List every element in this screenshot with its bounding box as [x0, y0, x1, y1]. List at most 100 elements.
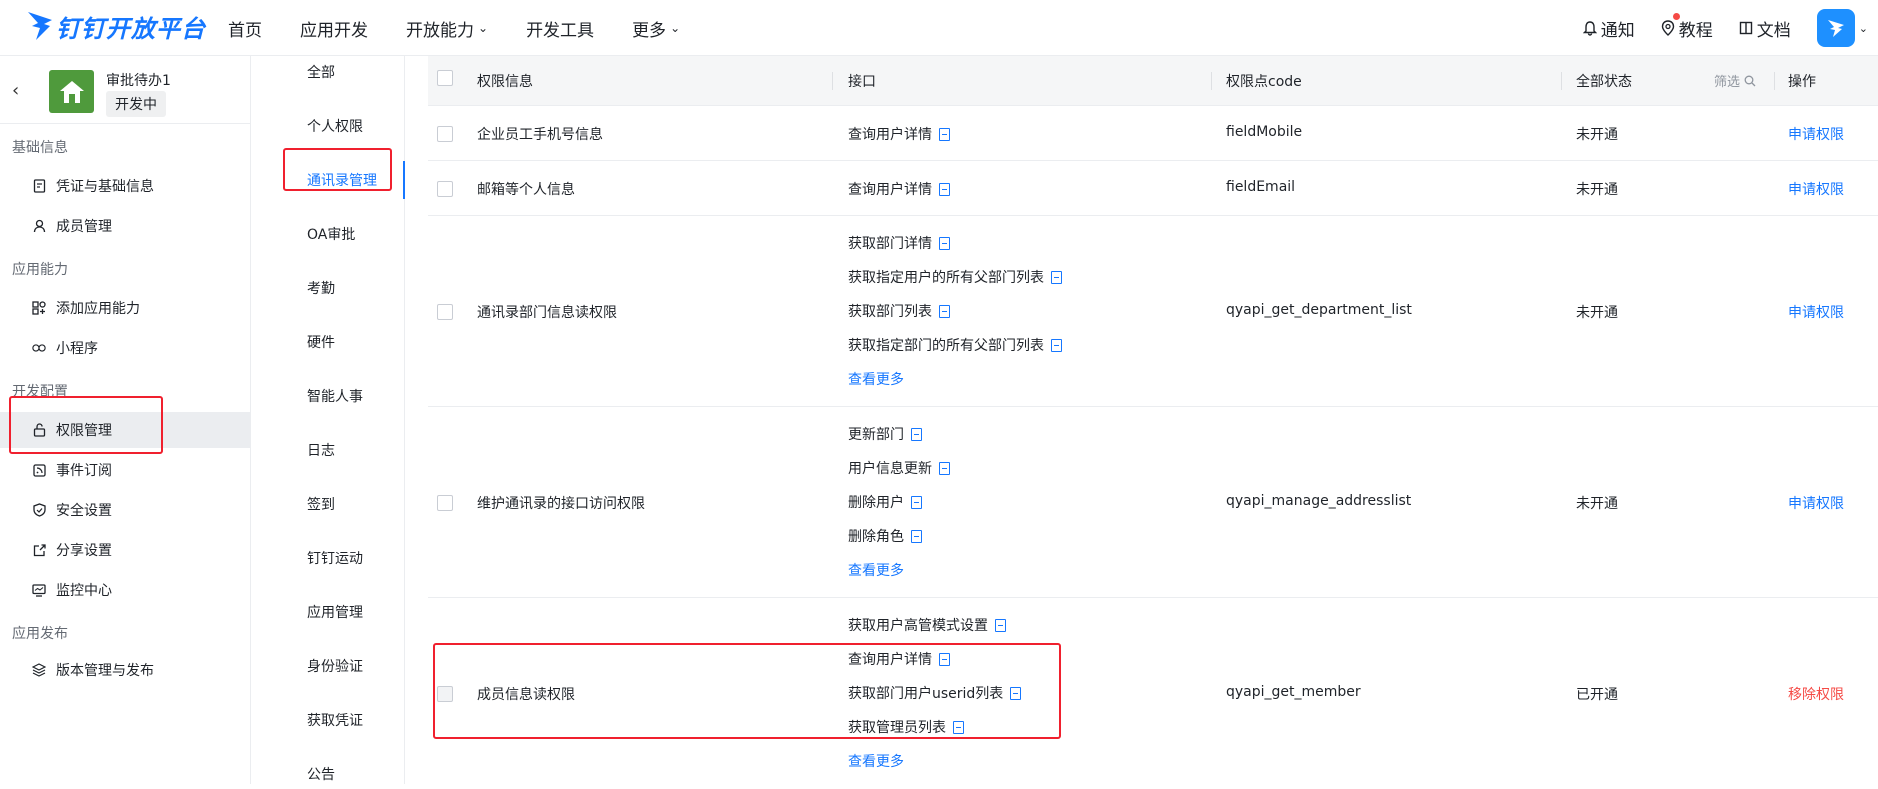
doc-icon[interactable]	[939, 127, 950, 141]
api-link[interactable]: 获取部门用户userid列表	[848, 683, 1022, 703]
sidebar-item-label: 权限管理	[56, 423, 112, 439]
nav-home[interactable]: 首页	[228, 16, 262, 41]
chevron-down-icon[interactable]: ⌄	[1859, 22, 1868, 35]
api-link[interactable]: 获取部门列表	[848, 301, 950, 321]
doc-icon[interactable]	[911, 529, 922, 543]
doc-icon[interactable]	[911, 427, 922, 441]
dingtalk-logo[interactable]: 钉钉开放平台	[26, 8, 206, 44]
api-link[interactable]: 删除用户	[848, 492, 922, 512]
doc-icon[interactable]	[939, 236, 950, 250]
notify-label: 通知	[1600, 20, 1635, 41]
category-hardware[interactable]: 硬件	[307, 332, 335, 352]
api-link[interactable]: 删除角色	[848, 526, 922, 546]
shield-icon	[32, 503, 46, 517]
sidebar-item-label: 安全设置	[56, 503, 112, 519]
back-arrow-icon[interactable]: ‹	[12, 80, 19, 101]
apply-permission-button[interactable]: 申请权限	[1788, 124, 1844, 144]
docs-button[interactable]: 文档	[1739, 16, 1791, 41]
apply-permission-button[interactable]: 申请权限	[1788, 493, 1844, 513]
doc-icon[interactable]	[953, 720, 964, 734]
category-identity[interactable]: 身份验证	[307, 656, 363, 676]
nav-open-ability[interactable]: 开放能力 ⌄	[406, 16, 488, 41]
api-link[interactable]: 获取部门详情	[848, 233, 950, 253]
row-checkbox[interactable]	[437, 126, 453, 142]
doc-icon[interactable]	[939, 461, 950, 475]
select-all-checkbox[interactable]	[437, 70, 453, 86]
apply-permission-button[interactable]: 申请权限	[1788, 302, 1844, 322]
category-all[interactable]: 全部	[307, 62, 335, 82]
view-more-link[interactable]: 查看更多	[848, 560, 904, 580]
doc-icon[interactable]	[911, 495, 922, 509]
sidebar-item-version-release[interactable]: 版本管理与发布	[0, 652, 251, 688]
doc-icon[interactable]	[1010, 686, 1022, 700]
api-link[interactable]: 查询用户详情	[848, 124, 950, 144]
permission-status: 未开通	[1576, 496, 1618, 512]
nav-dev-tools[interactable]: 开发工具	[526, 16, 594, 41]
row-checkbox[interactable]	[437, 304, 453, 320]
api-link[interactable]: 获取指定用户的所有父部门列表	[848, 267, 1062, 287]
api-link[interactable]: 查询用户详情	[848, 649, 950, 669]
sidebar-item-members[interactable]: 成员管理	[0, 208, 251, 244]
doc-icon[interactable]	[939, 652, 950, 666]
api-name: 用户信息更新	[848, 461, 932, 477]
header-status[interactable]: 全部状态	[1576, 71, 1632, 91]
api-link[interactable]: 获取用户高管模式设置	[848, 615, 1006, 635]
nav-more[interactable]: 更多 ⌄	[632, 16, 680, 41]
apply-permission-button[interactable]: 申请权限	[1788, 179, 1844, 199]
notify-button[interactable]: 通知	[1582, 16, 1635, 41]
doc-icon[interactable]	[1051, 270, 1062, 284]
view-more-link[interactable]: 查看更多	[848, 369, 904, 389]
category-smart-hr[interactable]: 智能人事	[307, 386, 363, 406]
view-more-link[interactable]: 查看更多	[848, 751, 904, 771]
sidebar-item-monitor[interactable]: 监控中心	[0, 572, 251, 608]
nav-app-dev[interactable]: 应用开发	[300, 16, 368, 41]
sidebar-item-label: 监控中心	[56, 583, 112, 599]
category-app-management[interactable]: 应用管理	[307, 602, 363, 622]
section-dev-config: 开发配置	[12, 384, 68, 400]
api-link[interactable]: 用户信息更新	[848, 458, 950, 478]
category-log[interactable]: 日志	[307, 440, 335, 460]
sidebar-item-share[interactable]: 分享设置	[0, 532, 251, 568]
app-header: ‹ 审批待办1 开发中	[0, 56, 251, 124]
sidebar-item-credentials[interactable]: 凭证与基础信息	[0, 168, 251, 204]
search-icon	[1744, 75, 1756, 86]
category-sports[interactable]: 钉钉运动	[307, 548, 363, 568]
doc-icon[interactable]	[1051, 338, 1062, 352]
tutorial-button[interactable]: 教程	[1661, 12, 1713, 41]
doc-icon[interactable]	[939, 182, 950, 196]
permission-name: 维护通讯录的接口访问权限	[477, 496, 645, 512]
category-attendance[interactable]: 考勤	[307, 278, 335, 298]
sidebar-item-event-subscription[interactable]: 事件订阅	[0, 452, 251, 488]
user-avatar[interactable]	[1816, 9, 1855, 47]
remove-permission-button[interactable]: 移除权限	[1788, 684, 1844, 704]
top-navigation-bar: 钉钉开放平台 首页 应用开发 开放能力 ⌄ 开发工具 更多 ⌄ 通知 教程 文档 ⌄	[0, 0, 1878, 56]
sidebar-item-permissions[interactable]: 权限管理	[0, 412, 251, 448]
category-credentials[interactable]: 获取凭证	[307, 710, 363, 730]
row-checkbox[interactable]	[437, 181, 453, 197]
api-link[interactable]: 查询用户详情	[848, 179, 950, 199]
sidebar-item-security[interactable]: 安全设置	[0, 492, 251, 528]
sidebar-item-add-ability[interactable]: 添加应用能力	[0, 290, 251, 326]
api-link[interactable]: 获取管理员列表	[848, 717, 964, 737]
category-announcement[interactable]: 公告	[307, 764, 335, 784]
sidebar-item-mini-program[interactable]: 小程序	[0, 330, 251, 366]
chevron-down-icon: ⌄	[478, 21, 489, 35]
rss-icon	[32, 463, 46, 477]
category-checkin[interactable]: 签到	[307, 494, 335, 514]
api-name: 获取部门列表	[848, 304, 932, 320]
category-oa-approval[interactable]: OA审批	[307, 224, 355, 244]
book-icon	[1739, 21, 1752, 35]
category-contacts[interactable]: 通讯录管理	[307, 170, 377, 190]
api-link[interactable]: 获取指定部门的所有父部门列表	[848, 335, 1062, 355]
nav-dev-tools-label: 开发工具	[526, 20, 595, 41]
doc-icon[interactable]	[995, 618, 1006, 632]
main-nav: 首页 应用开发 开放能力 ⌄ 开发工具 更多 ⌄	[228, 0, 718, 56]
doc-icon[interactable]	[939, 304, 950, 318]
row-checkbox[interactable]	[437, 495, 453, 511]
section-basic-info: 基础信息	[12, 140, 68, 156]
status-filter[interactable]: 筛选	[1714, 71, 1756, 90]
nav-more-label: 更多	[632, 20, 667, 41]
category-personal[interactable]: 个人权限	[307, 116, 363, 136]
document-icon	[32, 179, 46, 193]
api-link[interactable]: 更新部门	[848, 424, 922, 444]
